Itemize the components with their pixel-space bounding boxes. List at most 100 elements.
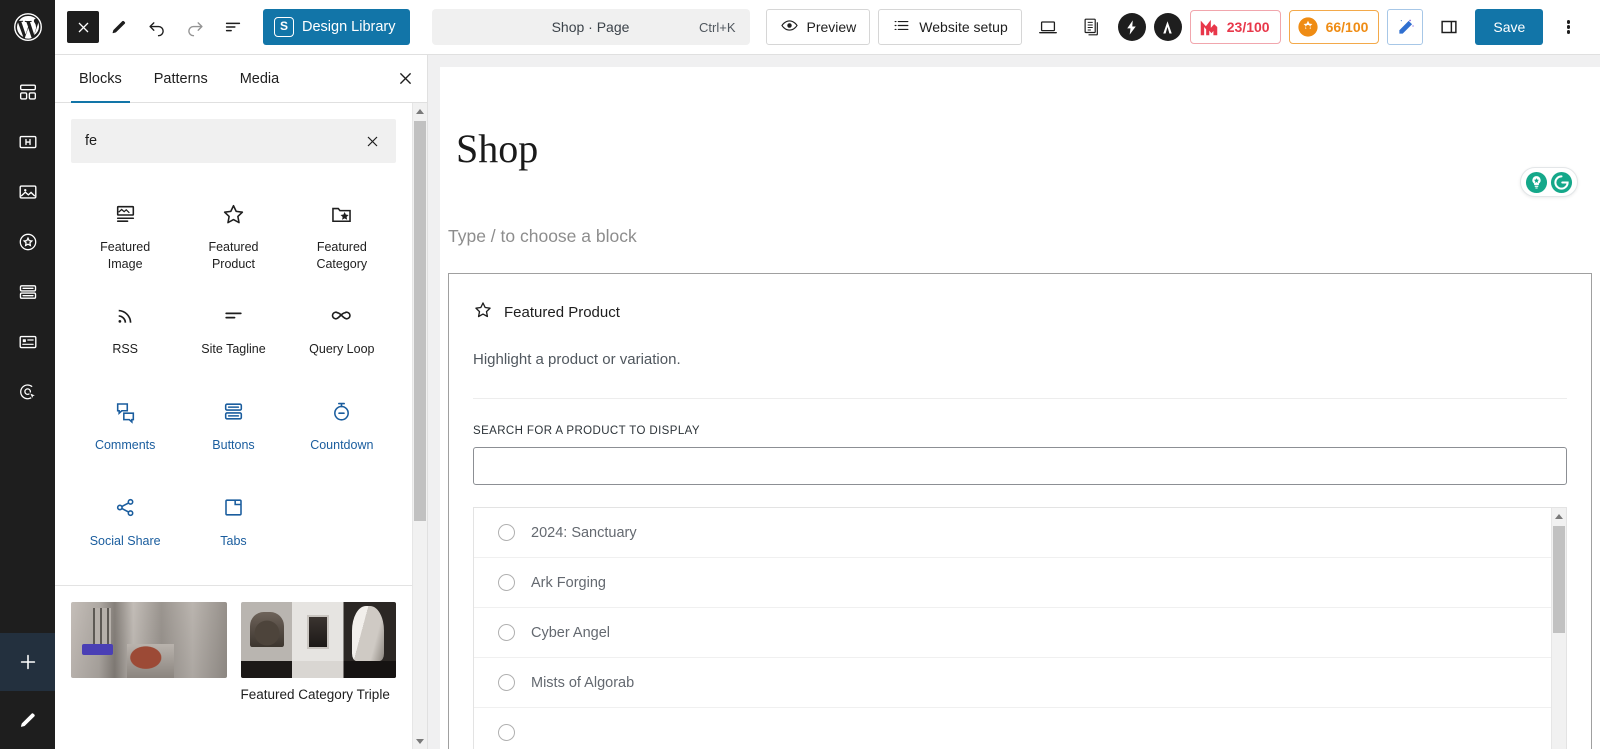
scroll-up-arrow-icon[interactable] — [1552, 508, 1566, 524]
header-h-icon[interactable] — [7, 121, 49, 163]
featured-product-description: Highlight a product or variation. — [473, 351, 1567, 368]
block-buttons[interactable]: Buttons — [179, 379, 287, 475]
list-view-icon[interactable] — [215, 9, 251, 45]
stacked-rows-icon[interactable] — [7, 271, 49, 313]
block-countdown[interactable]: Countdown — [288, 379, 396, 475]
close-editor-button[interactable] — [67, 11, 99, 43]
loop-icon — [329, 297, 354, 335]
scroll-up-arrow-icon[interactable] — [413, 103, 427, 119]
block-featured-category[interactable]: Featured Category — [288, 181, 396, 283]
tagline-lines-icon — [221, 297, 246, 335]
product-label: Cyber Angel — [531, 625, 610, 641]
page-title[interactable]: Shop — [448, 127, 1592, 171]
radio-icon[interactable] — [498, 724, 515, 741]
ai-assistant-wand-icon[interactable] — [1387, 9, 1423, 45]
product-list-item[interactable]: Cyber Angel — [474, 608, 1551, 658]
wordpress-logo[interactable] — [0, 0, 55, 55]
more-options-icon[interactable] — [1551, 9, 1585, 45]
add-block-button[interactable] — [0, 633, 55, 691]
scrollbar-thumb[interactable] — [1553, 526, 1565, 633]
block-site-tagline[interactable]: Site Tagline — [179, 283, 287, 379]
card-text-icon[interactable] — [7, 321, 49, 363]
featured-product-header: Featured Product — [473, 300, 1567, 325]
product-search-label: SEARCH FOR A PRODUCT TO DISPLAY — [473, 425, 1567, 437]
featured-product-block[interactable]: Featured Product Highlight a product or … — [448, 273, 1592, 749]
cursor-target-icon[interactable] — [7, 371, 49, 413]
command-bar[interactable]: Shop · Page Ctrl+K — [432, 9, 750, 45]
inserter-tabs: Blocks Patterns Media — [55, 55, 427, 103]
left-rail — [0, 55, 55, 749]
plugin-a-icon[interactable] — [1154, 13, 1182, 41]
document-copy-icon[interactable] — [1074, 9, 1110, 45]
product-list-item[interactable] — [474, 708, 1551, 749]
grammarly-suggestion-bulb-icon[interactable] — [1525, 171, 1548, 194]
clear-search-icon[interactable] — [358, 127, 386, 155]
product-list-item[interactable]: Ark Forging — [474, 558, 1551, 608]
radio-icon[interactable] — [498, 674, 515, 691]
pattern-title: Featured Category Triple — [241, 687, 397, 702]
grammarly-widget[interactable] — [1520, 167, 1578, 197]
search-input[interactable] — [85, 133, 358, 149]
image-icon[interactable] — [7, 171, 49, 213]
block-search-box[interactable] — [71, 119, 396, 163]
edit-pencil-icon[interactable] — [101, 9, 137, 45]
preview-button[interactable]: Preview — [766, 9, 871, 45]
star-badge-icon[interactable] — [7, 221, 49, 263]
block-social-share[interactable]: Social Share — [71, 475, 179, 571]
pattern-card[interactable]: Featured Category Triple — [241, 602, 397, 702]
save-button[interactable]: Save — [1475, 9, 1543, 45]
redo-icon[interactable] — [177, 9, 213, 45]
tab-patterns[interactable]: Patterns — [138, 55, 224, 102]
product-list-scrollbar[interactable] — [1551, 508, 1566, 749]
inserter-content: Featured Image Featured Product — [55, 103, 412, 749]
settings-sidebar-toggle-icon[interactable] — [1431, 9, 1467, 45]
scroll-down-arrow-icon[interactable] — [413, 733, 427, 749]
pattern-thumbnail — [71, 602, 227, 678]
block-comments[interactable]: Comments — [71, 379, 179, 475]
seo-score-badge[interactable]: 23/100 — [1190, 10, 1281, 44]
scrollbar-thumb[interactable] — [414, 121, 426, 521]
product-list-item[interactable]: 2024: Sanctuary — [474, 508, 1551, 558]
design-library-button[interactable]: S Design Library — [263, 9, 410, 45]
featured-product-divider — [473, 398, 1567, 399]
radio-icon[interactable] — [498, 624, 515, 641]
toolbar-left-group: S Design Library — [55, 9, 410, 45]
website-setup-button[interactable]: Website setup — [878, 9, 1021, 45]
grammarly-logo-icon[interactable] — [1550, 171, 1573, 194]
editor-canvas: Shop Type / to choose a block Featured P… — [440, 67, 1600, 749]
pattern-tag-chip — [82, 644, 113, 655]
block-featured-image[interactable]: Featured Image — [71, 181, 179, 283]
pattern-object — [307, 615, 329, 648]
undo-icon[interactable] — [139, 9, 175, 45]
inserter-scrollbar[interactable] — [412, 103, 427, 749]
plugin-s-icon[interactable] — [1118, 13, 1146, 41]
block-label: RSS — [112, 341, 138, 358]
gear-icon — [1297, 16, 1319, 38]
document-content: Shop Type / to choose a block Featured P… — [440, 127, 1600, 749]
tab-media[interactable]: Media — [224, 55, 296, 102]
layout-blocks-icon[interactable] — [7, 71, 49, 113]
pattern-card[interactable] — [71, 602, 227, 702]
device-preview-icon[interactable] — [1030, 9, 1066, 45]
product-list-item[interactable]: Mists of Algorab — [474, 658, 1551, 708]
rail-edit-pencil-icon[interactable] — [0, 691, 55, 749]
tab-blocks[interactable]: Blocks — [63, 55, 138, 102]
close-inserter-icon[interactable] — [383, 55, 427, 102]
pattern-results: Featured Category Triple — [55, 586, 412, 702]
product-search-input[interactable] — [473, 447, 1567, 485]
block-label: Featured Image — [83, 239, 167, 273]
block-featured-product[interactable]: Featured Product — [179, 181, 287, 283]
empty-paragraph-placeholder[interactable]: Type / to choose a block — [448, 226, 1592, 247]
product-label: Ark Forging — [531, 575, 606, 591]
block-label: Site Tagline — [201, 341, 265, 358]
radio-icon[interactable] — [498, 524, 515, 541]
block-rss[interactable]: RSS — [71, 283, 179, 379]
checklist-icon — [892, 16, 911, 38]
canvas-outer: Shop Type / to choose a block Featured P… — [428, 55, 1600, 749]
block-query-loop[interactable]: Query Loop — [288, 283, 396, 379]
performance-score-badge[interactable]: 66/100 — [1289, 10, 1380, 44]
block-tabs[interactable]: Tabs — [179, 475, 287, 571]
performance-score-value: 66/100 — [1326, 19, 1369, 35]
search-row — [55, 103, 412, 175]
radio-icon[interactable] — [498, 574, 515, 591]
